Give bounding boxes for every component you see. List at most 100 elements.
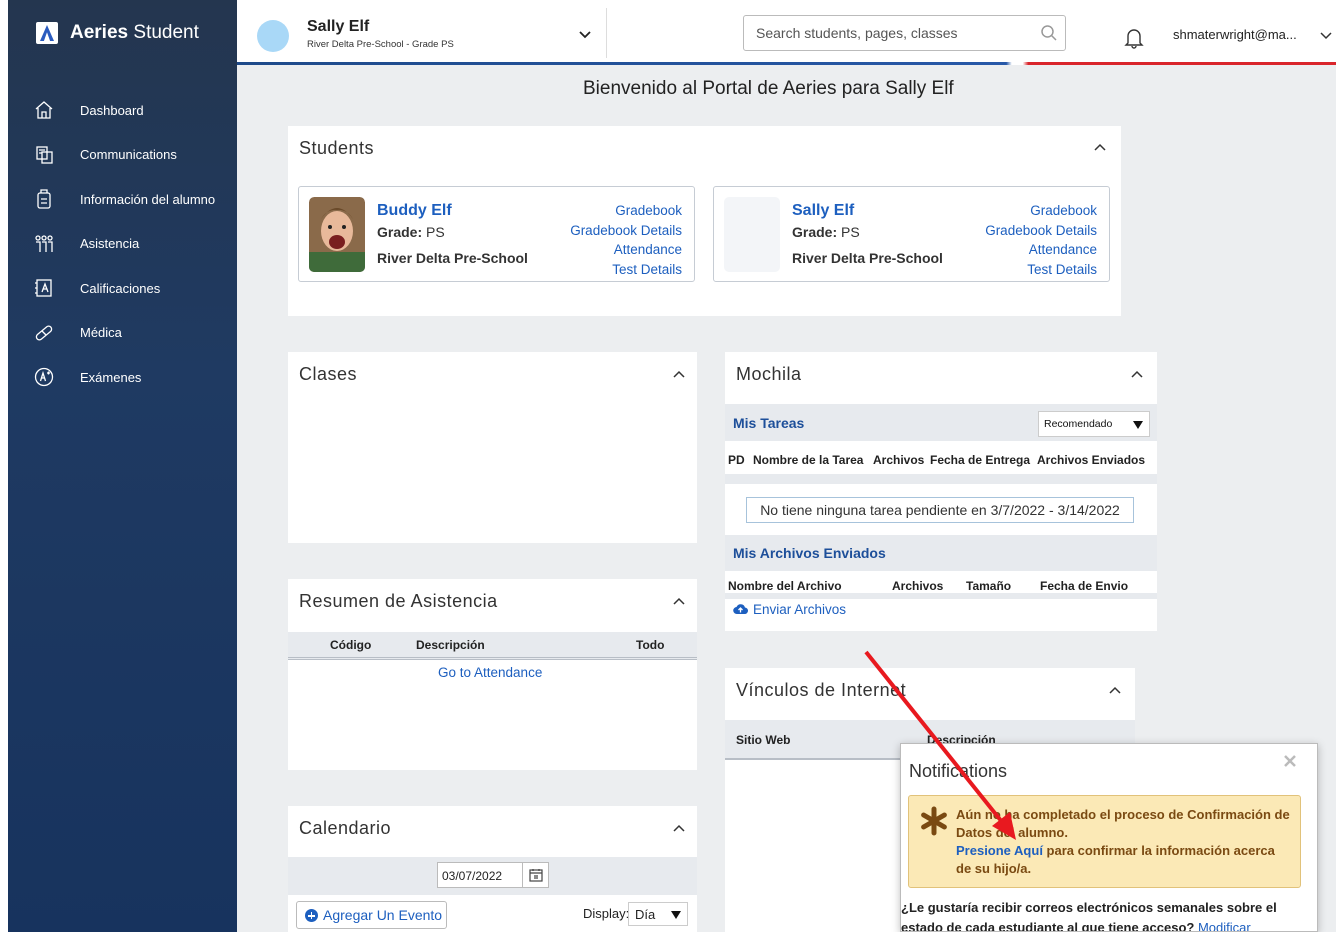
- student-avatar[interactable]: [257, 20, 289, 52]
- user-account-name[interactable]: shmaterwright@ma...: [1173, 27, 1297, 42]
- chevron-up-icon[interactable]: [1094, 143, 1106, 151]
- student-photo[interactable]: [724, 197, 780, 272]
- column-header: Archivos: [873, 453, 925, 467]
- go-to-attendance-link[interactable]: Go to Attendance: [438, 665, 542, 680]
- card-title: Calendario: [299, 818, 392, 838]
- divider: [725, 593, 1157, 599]
- sidebar-item-attendance[interactable]: Asistencia: [8, 222, 237, 267]
- student-grade: Grade: PS: [792, 224, 860, 240]
- asterisk-icon: [921, 806, 947, 836]
- alert-box: Aún no ha completado el proceso de Confi…: [908, 795, 1301, 888]
- calendar-icon[interactable]: [522, 863, 548, 887]
- card-title: Students: [299, 138, 375, 158]
- test-details-link[interactable]: Test Details: [570, 260, 682, 280]
- caret-down-icon: [671, 911, 681, 919]
- alert-message: Aún no ha completado el proceso de Confi…: [956, 807, 1290, 840]
- column-header: Nombre del Archivo: [728, 579, 842, 593]
- card-title: Vínculos de Internet: [736, 680, 907, 700]
- gradebook-link[interactable]: Gradebook: [985, 201, 1097, 221]
- sidebar-item-medical[interactable]: Médica: [8, 311, 237, 356]
- mochila-card: Mochila Mis Tareas PD Nombre de la Tarea…: [725, 352, 1157, 631]
- medical-icon: [34, 323, 54, 343]
- display-label: Display:: [583, 906, 630, 921]
- plus-circle-icon: [305, 909, 318, 922]
- chevron-down-icon[interactable]: [578, 30, 592, 40]
- brand-name: Aeries: [70, 22, 129, 43]
- page-title: Bienvenido al Portal de Aeries para Sall…: [583, 78, 954, 99]
- card-title: Resumen de Asistencia: [299, 591, 498, 611]
- tests-icon: [34, 367, 54, 387]
- sidebar-item-grades[interactable]: Calificaciones: [8, 266, 237, 311]
- popup-title: Notifications: [909, 761, 1008, 781]
- student-photo[interactable]: [309, 197, 365, 272]
- chevron-up-icon[interactable]: [673, 370, 685, 378]
- bell-icon[interactable]: [1124, 27, 1144, 49]
- student-links: Gradebook Gradebook Details Attendance T…: [570, 201, 682, 279]
- sidebar-nav: Dashboard Communications Información del…: [8, 88, 237, 400]
- chevron-up-icon[interactable]: [1109, 686, 1121, 694]
- brand[interactable]: Aeries Student: [36, 22, 199, 44]
- gradebook-link[interactable]: Gradebook: [570, 201, 682, 221]
- close-icon[interactable]: [1282, 753, 1298, 769]
- sidebar-item-label: Calificaciones: [80, 280, 161, 296]
- divider: [606, 8, 607, 58]
- cloud-upload-icon: [733, 604, 748, 615]
- student-card-buddy: Buddy Elf Grade: PS River Delta Pre-Scho…: [298, 186, 695, 282]
- divider: [725, 474, 1157, 484]
- column-header: Archivos Enviados: [1037, 453, 1146, 467]
- chevron-up-icon[interactable]: [1131, 370, 1143, 378]
- sidebar-item-dashboard[interactable]: Dashboard: [8, 88, 237, 133]
- sidebar-item-label: Communications: [80, 147, 177, 163]
- grade-value: PS: [841, 224, 860, 240]
- student-links: Gradebook Gradebook Details Attendance T…: [985, 201, 1097, 279]
- brand-suffix: Student: [133, 22, 199, 43]
- column-header: Sitio Web: [736, 733, 791, 747]
- upload-files-link[interactable]: Enviar Archivos: [753, 602, 846, 617]
- tareas-filter-select[interactable]: Recomendado: [1038, 411, 1150, 437]
- attendance-link[interactable]: Attendance: [570, 240, 682, 260]
- dashboard-icon: [34, 100, 54, 120]
- sidebar-item-student-info[interactable]: Información del alumno: [8, 177, 237, 222]
- sidebar-item-label: Asistencia: [80, 236, 140, 252]
- test-details-link[interactable]: Test Details: [985, 260, 1097, 280]
- student-name[interactable]: Sally Elf: [792, 202, 854, 220]
- column-header: Fecha de Envio: [1040, 579, 1129, 593]
- add-event-label: Agregar Un Evento: [323, 907, 443, 923]
- alert-text: Aún no ha completado el proceso de Confi…: [956, 806, 1291, 878]
- student-name[interactable]: Buddy Elf: [377, 202, 452, 220]
- section-title: Mis Tareas: [733, 415, 805, 431]
- card-title: Mochila: [736, 364, 802, 384]
- search-input[interactable]: [743, 15, 1066, 51]
- date-field[interactable]: 03/07/2022: [437, 862, 549, 888]
- grade-label: Grade:: [377, 224, 423, 240]
- clases-card: Clases: [288, 352, 697, 543]
- email-prompt: ¿Le gustaría recibir correos electrónico…: [901, 898, 1311, 931]
- column-header: Descripción: [416, 638, 485, 652]
- search-icon[interactable]: [1040, 24, 1058, 42]
- display-value: Día: [635, 907, 656, 922]
- chevron-up-icon[interactable]: [673, 824, 685, 832]
- filter-value: Recomendado: [1044, 418, 1113, 430]
- student-school: River Delta Pre-School: [377, 250, 528, 266]
- modify-link[interactable]: Modificar: [1198, 920, 1251, 931]
- click-here-link[interactable]: Presione Aquí: [956, 843, 1043, 858]
- sidebar-item-tests[interactable]: Exámenes: [8, 355, 237, 400]
- chevron-up-icon[interactable]: [673, 597, 685, 605]
- grade-value: PS: [426, 224, 445, 240]
- add-event-button[interactable]: Agregar Un Evento: [296, 901, 447, 929]
- gradebook-details-link[interactable]: Gradebook Details: [985, 221, 1097, 241]
- column-header: Fecha de Entrega: [930, 453, 1031, 467]
- attendance-link[interactable]: Attendance: [985, 240, 1097, 260]
- gradebook-details-link[interactable]: Gradebook Details: [570, 221, 682, 241]
- caret-down-icon: [1133, 421, 1143, 429]
- column-header: PD: [728, 453, 745, 467]
- sidebar-item-communications[interactable]: Communications: [8, 133, 237, 178]
- chevron-down-icon[interactable]: [1320, 31, 1332, 40]
- student-school: River Delta Pre-School: [792, 250, 943, 266]
- column-header: Todo: [636, 638, 665, 652]
- empty-tasks-message: No tiene ninguna tarea pendiente en 3/7/…: [746, 497, 1134, 523]
- sidebar-item-label: Exámenes: [80, 369, 142, 385]
- selected-student-name[interactable]: Sally Elf: [307, 18, 369, 36]
- display-select[interactable]: Día: [628, 902, 688, 926]
- student-grade: Grade: PS: [377, 224, 445, 240]
